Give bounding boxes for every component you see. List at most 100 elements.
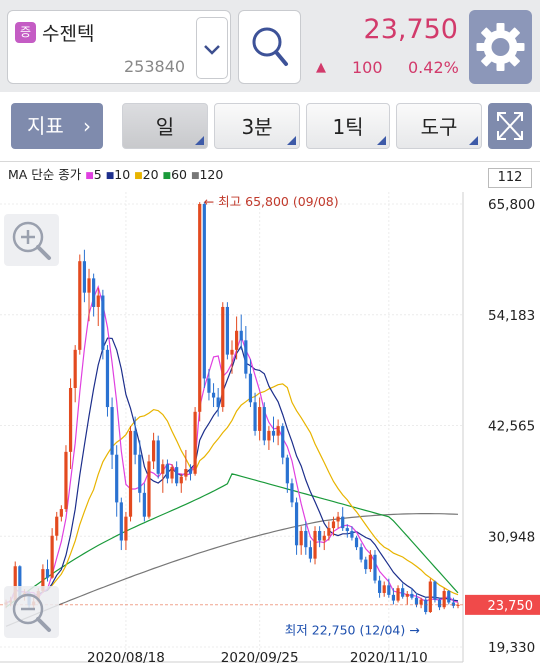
candle-body [401, 588, 405, 597]
tools-button[interactable]: 도구 [396, 103, 482, 149]
zoom-in-button[interactable] [4, 214, 59, 266]
ma20-legend: ■20 [134, 167, 159, 182]
candle-body [359, 547, 363, 560]
min-price-label: 최저 22,750 (12/04) → [285, 622, 420, 637]
expand-icon [497, 112, 523, 140]
corner-triangle-icon [287, 136, 296, 145]
chevron-down-icon [204, 45, 220, 55]
candle-body [235, 330, 239, 350]
ma5-legend: ■5 [85, 167, 102, 182]
scale-count-box[interactable]: 112 [488, 168, 532, 188]
ma10-legend: ■10 [105, 167, 131, 182]
candle-body [207, 378, 211, 393]
candle-body [364, 559, 368, 570]
candle-body [211, 392, 216, 398]
candle-body [276, 426, 280, 436]
ma60-legend: ■60 [162, 167, 187, 182]
candle-body [105, 349, 110, 408]
candle-body [101, 295, 105, 350]
y-tick-label: 19,330 [488, 640, 535, 656]
candlestick-chart[interactable]: 65,800 54,183 42,565 30,948 19,330 2020/08/18… [0, 162, 540, 669]
period-day-label: 일 [155, 115, 175, 139]
candle-body [50, 535, 54, 578]
candle-body [294, 502, 299, 546]
candle-body [382, 585, 386, 593]
candle-body [142, 492, 146, 517]
period-day-button[interactable]: 일 [122, 103, 208, 149]
candle-body [124, 516, 128, 541]
candle-body [165, 464, 170, 479]
candle-body [151, 440, 156, 462]
x-tick-label: 2020/08/18 [87, 650, 165, 666]
corner-triangle-icon [195, 136, 204, 145]
candle-body [281, 426, 285, 458]
ma5-line [5, 285, 459, 604]
candle-body [322, 535, 326, 541]
candle-body [147, 461, 151, 517]
candle-body [318, 530, 322, 541]
candle-body [405, 593, 409, 597]
corner-triangle-icon [469, 136, 478, 145]
chevron-right-icon: › [83, 114, 91, 138]
candle-body [290, 483, 294, 503]
stock-dropdown-button[interactable] [196, 17, 228, 79]
zoom-in-icon [12, 221, 51, 260]
zoom-out-icon [12, 593, 51, 632]
price-change: 100 [352, 58, 383, 77]
up-arrow-icon: ▲ [316, 60, 326, 75]
candle-body [82, 261, 87, 293]
candle-body [225, 306, 229, 355]
candle-body [175, 467, 179, 484]
candle-body [368, 554, 372, 570]
y-tick-label: 30,948 [488, 529, 535, 545]
candle-body [138, 454, 142, 493]
candle-body [78, 261, 82, 350]
candle-body [64, 451, 68, 510]
candle-body [299, 530, 303, 546]
candle-body [271, 430, 276, 436]
candle-body [45, 569, 50, 578]
indicator-button[interactable]: 지표 › [11, 103, 103, 149]
candle-body [341, 516, 345, 529]
ma20-line [5, 383, 459, 604]
candle-body [424, 599, 428, 613]
chart-toolbar: 지표 › 일 3분 1틱 도구 [0, 92, 540, 162]
candle-body [354, 537, 359, 548]
search-button[interactable] [238, 10, 301, 84]
candle-body [170, 467, 174, 479]
candle-body [202, 204, 206, 379]
candle-body [377, 580, 382, 593]
candle-body [179, 476, 183, 484]
current-price: 23,750 [363, 14, 458, 45]
candle-body [308, 547, 313, 559]
candle-body [419, 599, 423, 605]
candle-body [133, 430, 137, 455]
expand-button[interactable] [488, 103, 532, 149]
candle-body [428, 581, 432, 613]
candle-body [188, 469, 193, 474]
settings-button[interactable] [469, 10, 532, 84]
candle-body [267, 430, 271, 441]
candle-body [161, 464, 165, 474]
chart-area[interactable]: 65,800 54,183 42,565 30,948 19,330 2020/08/18… [0, 162, 540, 669]
zoom-out-button[interactable] [4, 586, 59, 638]
candle-body [59, 509, 63, 517]
candle-body [216, 397, 220, 408]
candle-body [156, 440, 160, 474]
stock-name: 수젠텍 [42, 23, 95, 45]
candle-body [396, 588, 400, 601]
period-1tick-label: 1틱 [332, 115, 364, 139]
candle-body [285, 457, 289, 484]
period-3min-button[interactable]: 3분 [214, 103, 300, 149]
candle-body [331, 521, 336, 529]
candle-body [87, 278, 91, 293]
period-1tick-button[interactable]: 1틱 [306, 103, 390, 149]
x-tick-label: 2020/11/10 [350, 650, 428, 666]
candle-body [73, 349, 77, 388]
candle-body [119, 502, 123, 541]
candle-body [391, 594, 396, 601]
candle-body [350, 530, 354, 538]
search-icon [252, 27, 288, 66]
corner-triangle-icon [377, 136, 386, 145]
stock-selector[interactable]: 증 수젠텍 253840 [7, 10, 231, 84]
